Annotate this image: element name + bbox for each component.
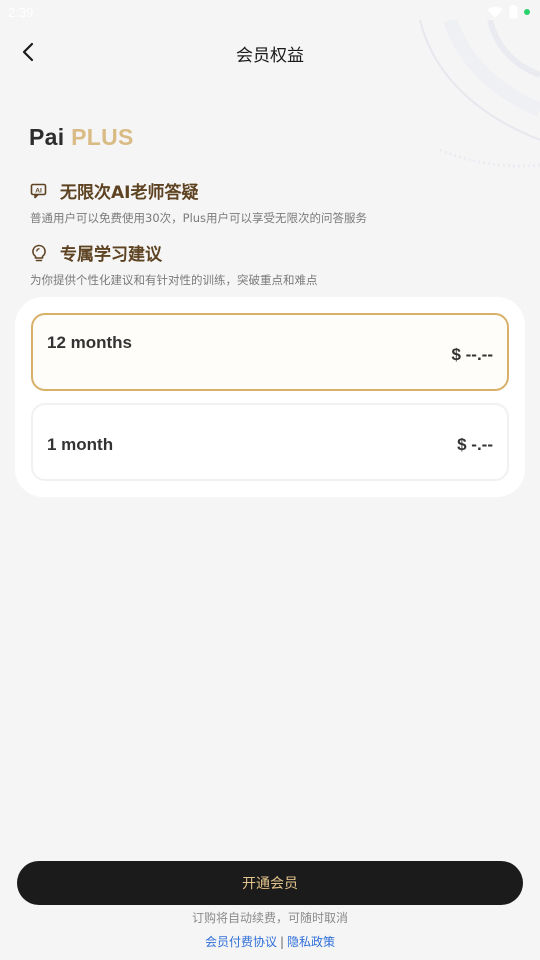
back-button[interactable] <box>14 38 42 66</box>
feature-description: 普通用户可以免费使用30次，Plus用户可以享受无限次的问答服务 <box>30 211 368 225</box>
feature-item-study-advice: 专属学习建议 为你提供个性化建议和有针对性的训练，突破重点和难点 <box>30 240 318 288</box>
plan-option-1-month[interactable]: 1 month $ -.-- <box>31 403 509 481</box>
link-separator: | <box>279 935 285 949</box>
notification-dot-icon <box>524 9 530 15</box>
feature-title: 无限次AI老师答疑 <box>60 183 199 203</box>
feature-description: 为你提供个性化建议和有针对性的训练，突破重点和难点 <box>30 273 318 287</box>
status-icons <box>487 5 530 19</box>
battery-icon <box>509 5 518 19</box>
page-title: 会员权益 <box>236 45 304 66</box>
privacy-policy-link[interactable]: 隐私政策 <box>287 935 335 949</box>
ai-chat-icon: AI <box>30 183 47 198</box>
header-bar: 会员权益 <box>0 28 540 78</box>
brand-name: Pai <box>29 124 65 150</box>
status-time: 2:39 <box>8 4 34 20</box>
svg-text:AI: AI <box>35 187 42 194</box>
subscribe-button[interactable]: 开通会员 <box>17 861 523 905</box>
plan-option-12-months[interactable]: 12 months $ --.-- <box>31 313 509 391</box>
feature-item-ai-qa: AI 无限次AI老师答疑 普通用户可以免费使用30次，Plus用户可以享受无限次… <box>30 178 367 226</box>
brand-logo: Pai PLUS <box>29 124 134 151</box>
membership-agreement-link[interactable]: 会员付费协议 <box>205 935 277 949</box>
plan-name: 12 months <box>47 333 133 352</box>
chevron-left-icon <box>22 42 34 62</box>
feature-title: 专属学习建议 <box>60 245 162 265</box>
wifi-icon <box>487 6 503 18</box>
footer-links: 会员付费协议 | 隐私政策 <box>0 933 540 950</box>
plan-price: $ -.-- <box>457 435 493 454</box>
lightbulb-icon <box>32 244 46 261</box>
brand-tier: PLUS <box>71 124 134 150</box>
status-bar: 2:39 <box>0 0 540 24</box>
plans-card: 12 months $ --.-- 1 month $ -.-- <box>15 297 525 497</box>
plan-price: $ --.-- <box>451 345 493 364</box>
plan-name: 1 month <box>47 435 114 454</box>
auto-renew-note: 订购将自动续费，可随时取消 <box>191 911 348 925</box>
